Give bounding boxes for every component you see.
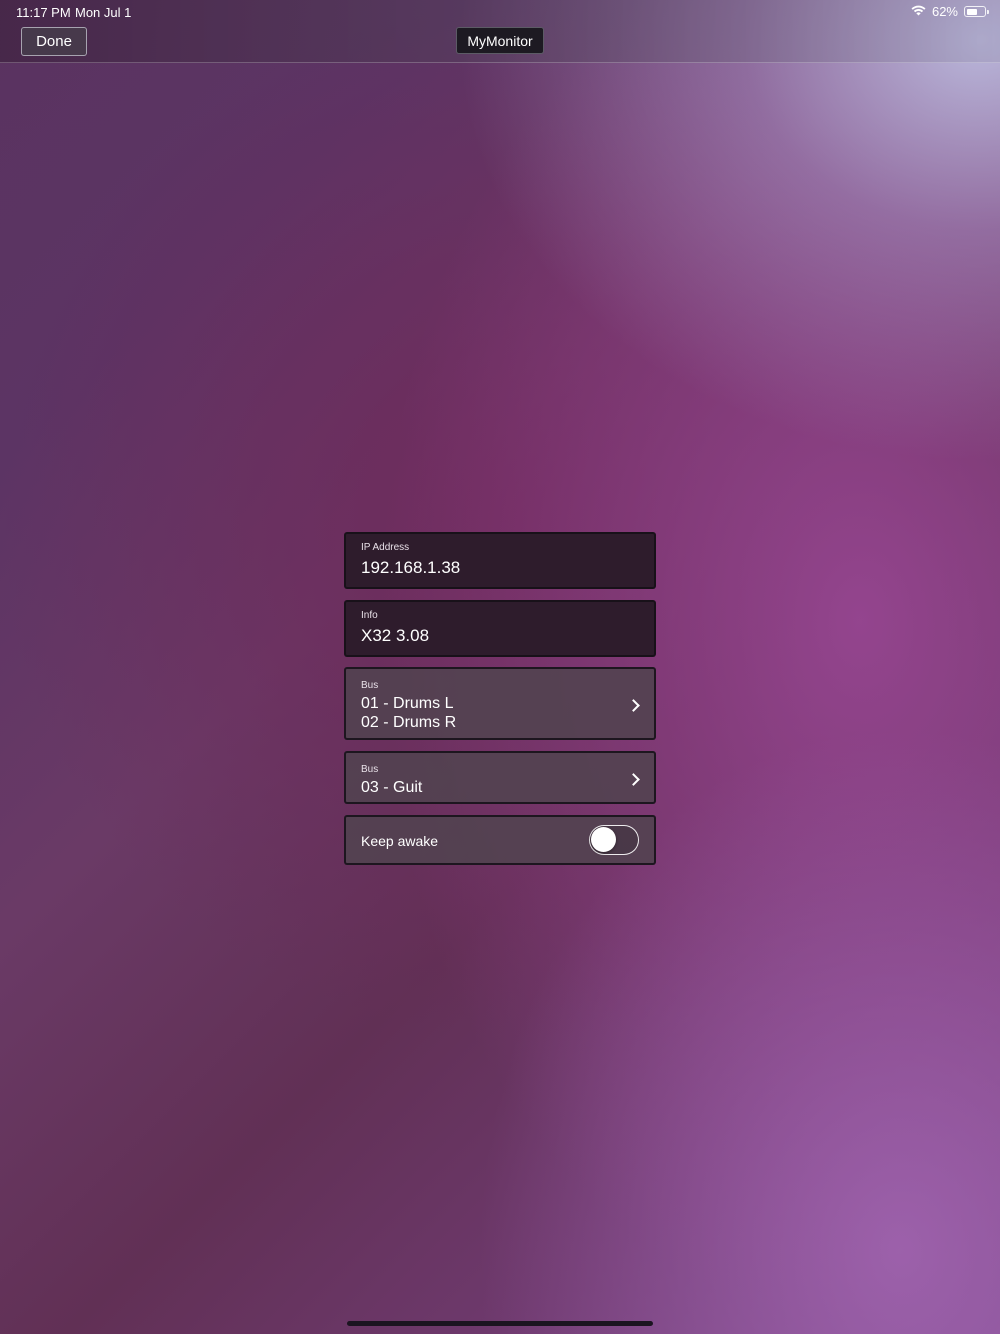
info-field: Info X32 3.08 <box>344 600 656 657</box>
keep-awake-label: Keep awake <box>361 833 439 849</box>
page-title: MyMonitor <box>456 27 544 54</box>
ip-address-value: 192.168.1.38 <box>361 558 461 577</box>
chevron-right-icon <box>627 773 640 786</box>
ip-address-field[interactable]: IP Address 192.168.1.38 <box>344 532 656 589</box>
status-time: 11:17 PM <box>16 5 71 20</box>
status-date: Mon Jul 1 <box>75 5 132 20</box>
battery-nub <box>987 10 989 14</box>
home-indicator <box>347 1321 653 1326</box>
bus-1-label: Bus <box>361 680 379 691</box>
battery-fill <box>966 8 977 15</box>
wifi-icon <box>911 4 926 19</box>
bus-2-value: 03 - Guit <box>361 779 423 796</box>
battery-icon <box>964 6 989 17</box>
bus-1-line-2: 02 - Drums R <box>361 714 457 731</box>
bus-selector-2[interactable]: Bus 03 - Guit <box>344 751 656 804</box>
status-indicators: 62% <box>911 4 989 19</box>
bus-selector-1[interactable]: Bus 01 - Drums L 02 - Drums R <box>344 667 656 740</box>
battery-percent: 62% <box>931 4 958 19</box>
status-bar: 11:17 PM Mon Jul 1 62% <box>0 0 1000 24</box>
bus-1-line-1: 01 - Drums L <box>361 695 454 712</box>
keep-awake-toggle[interactable] <box>589 825 639 855</box>
chevron-right-icon <box>627 699 640 712</box>
info-value: X32 3.08 <box>361 626 430 645</box>
bus-2-label: Bus <box>361 764 379 775</box>
keep-awake-row: Keep awake <box>344 815 656 865</box>
info-label: Info <box>361 610 378 621</box>
done-button[interactable]: Done <box>21 27 87 56</box>
ip-address-label: IP Address <box>361 542 410 553</box>
toggle-knob <box>591 827 616 852</box>
